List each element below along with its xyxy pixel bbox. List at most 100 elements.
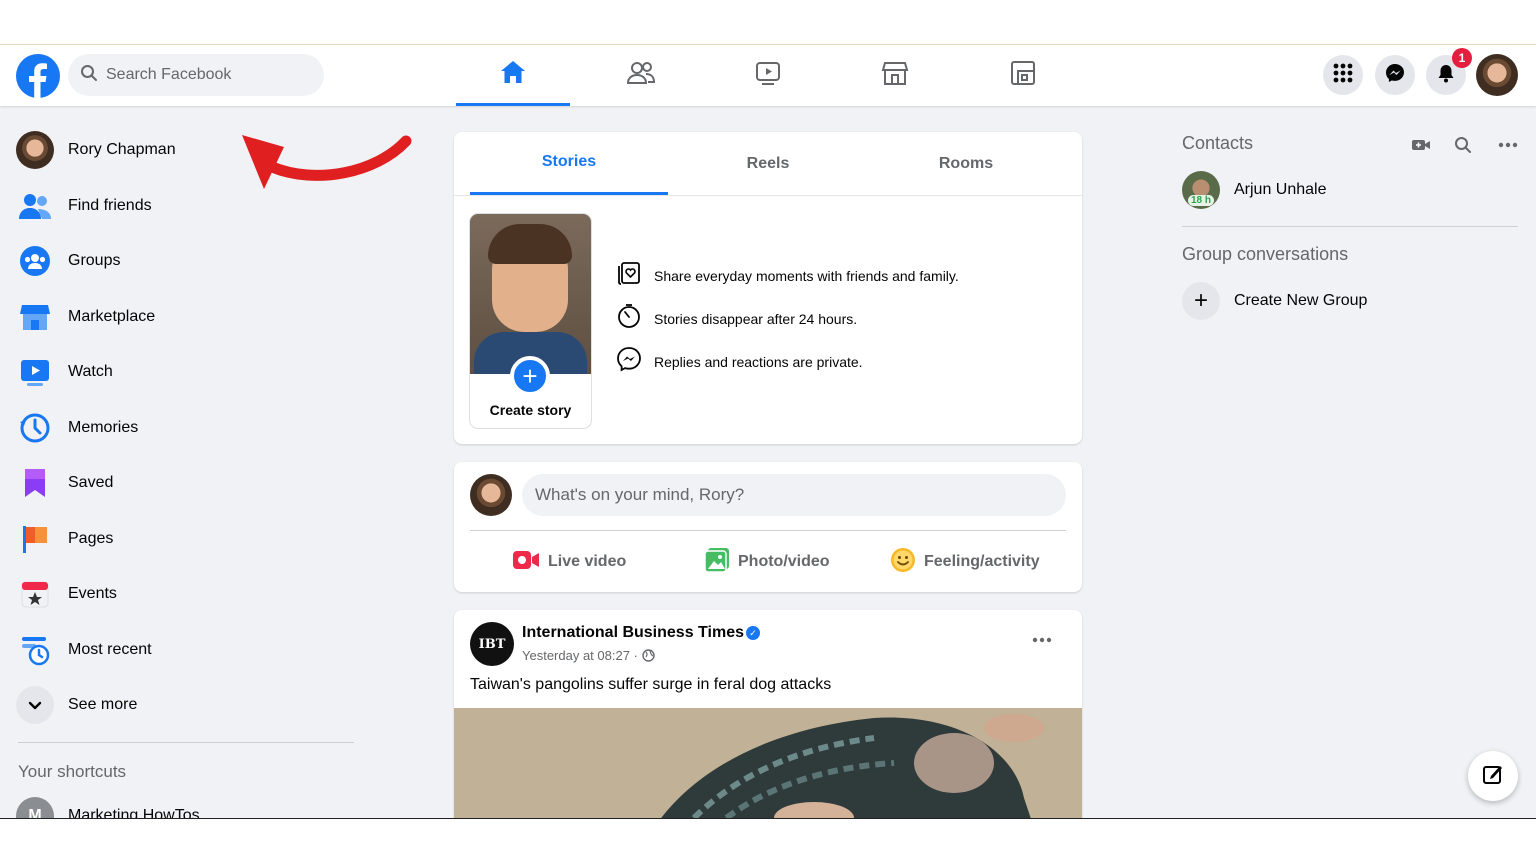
sidebar-item-label: Saved bbox=[68, 474, 114, 491]
create-group-button[interactable]: + Create New Group bbox=[1182, 282, 1367, 320]
sidebar-item-label: Rory Chapman bbox=[68, 141, 176, 158]
avatar: M bbox=[16, 797, 54, 818]
sidebar-item-label: Watch bbox=[68, 363, 113, 380]
status-input[interactable]: What's on your mind, Rory? bbox=[522, 474, 1066, 516]
bell-icon bbox=[1436, 63, 1456, 88]
facebook-logo-icon[interactable] bbox=[16, 54, 60, 98]
messenger-button[interactable] bbox=[1375, 55, 1415, 95]
avatar[interactable]: IBT bbox=[470, 622, 514, 666]
contact-name: Arjun Unhale bbox=[1234, 181, 1327, 198]
store-icon bbox=[16, 298, 54, 336]
stories-card: Stories Reels Rooms + Create story Share… bbox=[454, 132, 1082, 444]
sidebar-item-groups[interactable]: Groups bbox=[16, 237, 120, 285]
sidebar-item-see-more[interactable]: See more bbox=[16, 681, 137, 729]
video-icon bbox=[754, 59, 782, 92]
story-info-row: Stories disappear after 24 hours. bbox=[616, 303, 857, 334]
more-options-icon[interactable] bbox=[1032, 630, 1052, 648]
story-heart-icon bbox=[616, 260, 642, 291]
sidebar-item-label: Most recent bbox=[68, 641, 152, 658]
add-story-icon: + bbox=[510, 356, 550, 396]
group-conversations-title: Group conversations bbox=[1182, 244, 1349, 264]
notification-count-badge: 1 bbox=[1452, 48, 1472, 68]
tab-friends[interactable] bbox=[584, 45, 698, 106]
friends-icon bbox=[16, 187, 54, 225]
timer-icon bbox=[616, 303, 642, 334]
tab-stories[interactable]: Stories bbox=[470, 132, 668, 195]
compose-icon bbox=[1482, 763, 1504, 790]
more-options-icon[interactable] bbox=[1496, 133, 1520, 157]
video-icon bbox=[16, 353, 54, 391]
calendar-icon bbox=[16, 575, 54, 613]
shortcuts-title: Your shortcuts bbox=[18, 762, 127, 781]
story-info-text: Replies and reactions are private. bbox=[654, 353, 863, 370]
composer-divider bbox=[470, 530, 1066, 531]
sidebar-item-find-friends[interactable]: Find friends bbox=[16, 182, 152, 230]
story-info-text: Share everyday moments with friends and … bbox=[654, 267, 959, 284]
post-author[interactable]: International Business Times bbox=[522, 624, 744, 642]
clock-icon bbox=[16, 409, 54, 447]
story-info-row: Replies and reactions are private. bbox=[616, 346, 863, 377]
tab-rooms[interactable]: Rooms bbox=[867, 132, 1065, 195]
sidebar-item-label: Find friends bbox=[68, 197, 152, 214]
live-video-button[interactable]: Live video bbox=[512, 542, 626, 582]
contacts-title: Contacts bbox=[1182, 133, 1254, 153]
notifications-button[interactable]: 1 bbox=[1426, 48, 1472, 95]
sidebar-item-marketplace[interactable]: Marketplace bbox=[16, 293, 155, 341]
smiley-icon bbox=[890, 547, 916, 578]
sidebar-item-saved[interactable]: Saved bbox=[16, 459, 113, 507]
friends-icon bbox=[626, 59, 656, 92]
shortcut-label: Marketing HowTos bbox=[68, 807, 200, 819]
sidebar-divider bbox=[18, 742, 354, 743]
search-icon[interactable] bbox=[1451, 133, 1475, 157]
sidebar-item-watch[interactable]: Watch bbox=[16, 348, 113, 396]
account-avatar[interactable] bbox=[1476, 54, 1518, 96]
sidebar-item-most-recent[interactable]: Most recent bbox=[16, 626, 152, 674]
news-post: IBT International Business Times ✓ Yeste… bbox=[454, 610, 1082, 818]
avatar[interactable] bbox=[470, 474, 512, 516]
tab-marketplace[interactable] bbox=[838, 45, 952, 106]
sidebar-item-profile[interactable]: Rory Chapman bbox=[16, 126, 176, 174]
story-info-text: Stories disappear after 24 hours. bbox=[654, 310, 858, 327]
photo-video-label: Photo/video bbox=[738, 553, 830, 570]
globe-icon bbox=[641, 649, 655, 665]
sidebar-item-memories[interactable]: Memories bbox=[16, 404, 138, 452]
menu-button[interactable] bbox=[1323, 55, 1363, 95]
flag-icon bbox=[16, 520, 54, 558]
video-call-icon[interactable] bbox=[1409, 133, 1433, 157]
messenger-icon bbox=[616, 346, 642, 377]
annotation-arrow bbox=[242, 135, 412, 189]
shortcut-item[interactable]: M Marketing HowTos bbox=[16, 792, 200, 819]
create-group-label: Create New Group bbox=[1234, 292, 1368, 309]
sidebar-item-label: Groups bbox=[68, 252, 121, 269]
create-story-card[interactable]: + Create story bbox=[470, 214, 591, 428]
timestamp-text: Yesterday at 08:27 · bbox=[522, 648, 638, 663]
bookmark-icon bbox=[16, 464, 54, 502]
tab-home[interactable] bbox=[456, 45, 570, 106]
contact-item[interactable]: 18 h Arjun Unhale bbox=[1182, 170, 1327, 210]
story-profile-photo bbox=[470, 214, 591, 374]
tab-gaming[interactable] bbox=[966, 45, 1080, 106]
avatar bbox=[16, 131, 54, 169]
post-timestamp[interactable]: Yesterday at 08:27 · bbox=[522, 648, 655, 665]
live-video-label: Live video bbox=[548, 553, 627, 570]
sidebar-item-label: Events bbox=[68, 585, 117, 602]
sidebar-item-events[interactable]: Events bbox=[16, 570, 117, 618]
tab-reels[interactable]: Reels bbox=[669, 132, 867, 195]
store-icon bbox=[881, 59, 909, 92]
feeling-activity-button[interactable]: Feeling/activity bbox=[890, 542, 1040, 582]
home-icon bbox=[499, 58, 527, 91]
facebook-window: Search Facebook 1 Rory Chapman Find frie… bbox=[0, 44, 1536, 819]
top-navigation-bar: Search Facebook 1 bbox=[0, 45, 1536, 106]
post-image[interactable] bbox=[454, 708, 1082, 818]
photo-video-button[interactable]: Photo/video bbox=[704, 542, 830, 582]
new-message-button[interactable] bbox=[1468, 751, 1518, 801]
sidebar-item-label: Memories bbox=[68, 419, 139, 436]
sidebar-item-label: Pages bbox=[68, 530, 114, 547]
grid-menu-icon bbox=[1333, 63, 1353, 88]
tab-watch[interactable] bbox=[711, 45, 825, 106]
groups-icon bbox=[16, 242, 54, 280]
search-bar[interactable]: Search Facebook bbox=[68, 54, 324, 96]
search-input[interactable]: Search Facebook bbox=[106, 66, 231, 84]
live-video-icon bbox=[512, 549, 540, 576]
sidebar-item-pages[interactable]: Pages bbox=[16, 515, 113, 563]
